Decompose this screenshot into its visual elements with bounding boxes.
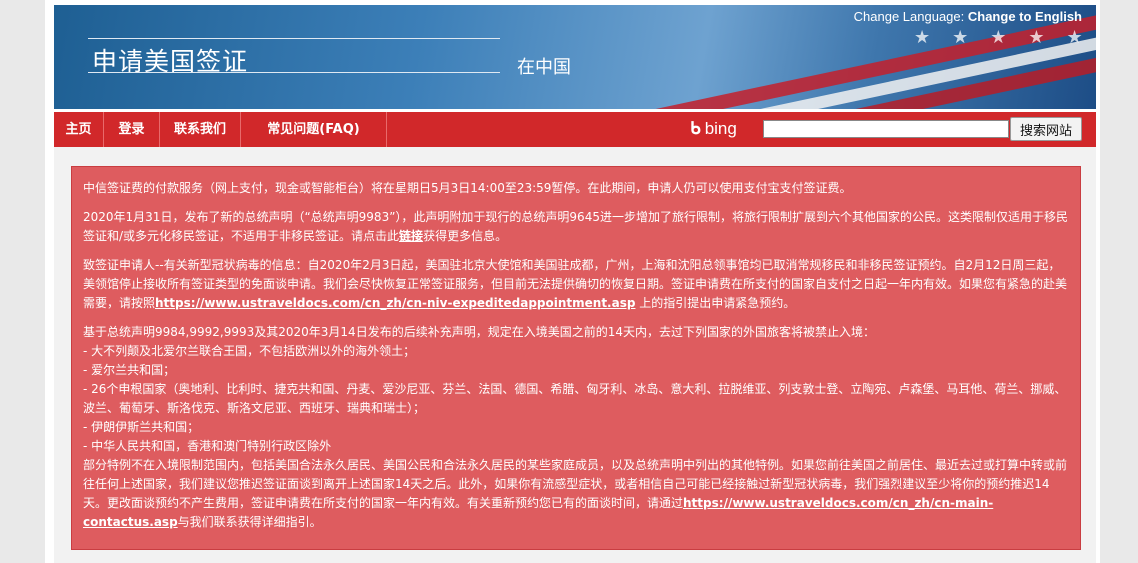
bing-icon: ᑲ xyxy=(690,119,701,138)
site-subtitle: 在中国 xyxy=(517,57,571,78)
list-item: - 爱尔兰共和国； xyxy=(83,363,176,377)
title-rule-top xyxy=(88,38,500,39)
change-language-label: Change Language: xyxy=(853,9,968,24)
notice-coronavirus: 致签证申请人--有关新型冠状病毒的信息：自2020年2月3日起，美国驻北京大使馆… xyxy=(83,256,1070,313)
header-banner: ★★★★★★★★★ 申请美国签证 在中国 Change Language: Ch… xyxy=(54,5,1096,109)
notice-box: 中信签证费的付款服务（网上支付，现金或智能柜台）将在星期日5月3日14:00至2… xyxy=(71,166,1081,550)
change-language: Change Language: Change to English xyxy=(854,9,1082,24)
notice-coronavirus-tail: 上的指引提出申请紧急预约。 xyxy=(635,296,796,310)
search-site-button[interactable]: 搜索网站 xyxy=(1010,117,1082,141)
expedited-appointment-link[interactable]: https://www.ustraveldocs.com/cn_zh/cn-ni… xyxy=(155,296,635,310)
bing-label: bing xyxy=(704,119,737,138)
search-input[interactable] xyxy=(763,120,1009,138)
list-item: - 伊朗伊斯兰共和国； xyxy=(83,420,200,434)
more-info-link[interactable]: 链接 xyxy=(399,229,423,243)
change-to-english-link[interactable]: Change to English xyxy=(968,9,1082,24)
nav-item-contact[interactable]: 联系我们 xyxy=(160,112,240,147)
notice-travel-ban: 基于总统声明9984,9992,9993及其2020年3月14日发布的后续补充声… xyxy=(83,323,1070,532)
list-item: - 中华人民共和国，香港和澳门特别行政区除外 xyxy=(83,439,332,453)
flag-stars: ★★★★★★★★★ xyxy=(914,27,1096,48)
notice-proclamation-text: 2020年1月31日，发布了新的总统声明（“总统声明9983”），此声明附加于现… xyxy=(83,210,1068,243)
list-item: - 大不列颠及北爱尔兰联合王国，不包括欧洲以外的海外领土； xyxy=(83,344,416,358)
nav-divider xyxy=(386,112,387,147)
bing-logo: ᑲ bing xyxy=(690,119,737,139)
title-rule-bottom xyxy=(88,72,500,73)
notice-payment: 中信签证费的付款服务（网上支付，现金或智能柜台）将在星期日5月3日14:00至2… xyxy=(83,181,852,195)
notice-proclamation: 2020年1月31日，发布了新的总统声明（“总统声明9983”），此声明附加于现… xyxy=(83,208,1070,246)
travel-ban-intro: 基于总统声明9984,9992,9993及其2020年3月14日发布的后续补充声… xyxy=(83,325,875,339)
main-nav: 主页 登录 联系我们 常见问题(FAQ) ᑲ bing 搜索网站 xyxy=(54,112,1096,147)
travel-ban-details: 部分特例不在入境限制范围内，包括美国合法永久居民、美国公民和合法永久居民的某些家… xyxy=(83,456,1070,532)
travel-ban-details-end: 与我们联系获得详细指引。 xyxy=(177,515,322,529)
list-item: - 26个申根国家（奥地利、比利时、捷克共和国、丹麦、爱沙尼亚、芬兰、法国、德国… xyxy=(83,382,1067,415)
notice-proclamation-tail: 获得更多信息。 xyxy=(423,229,508,243)
nav-item-login[interactable]: 登录 xyxy=(104,112,159,147)
nav-item-home[interactable]: 主页 xyxy=(54,112,103,147)
nav-item-faq[interactable]: 常见问题(FAQ) xyxy=(241,112,386,147)
